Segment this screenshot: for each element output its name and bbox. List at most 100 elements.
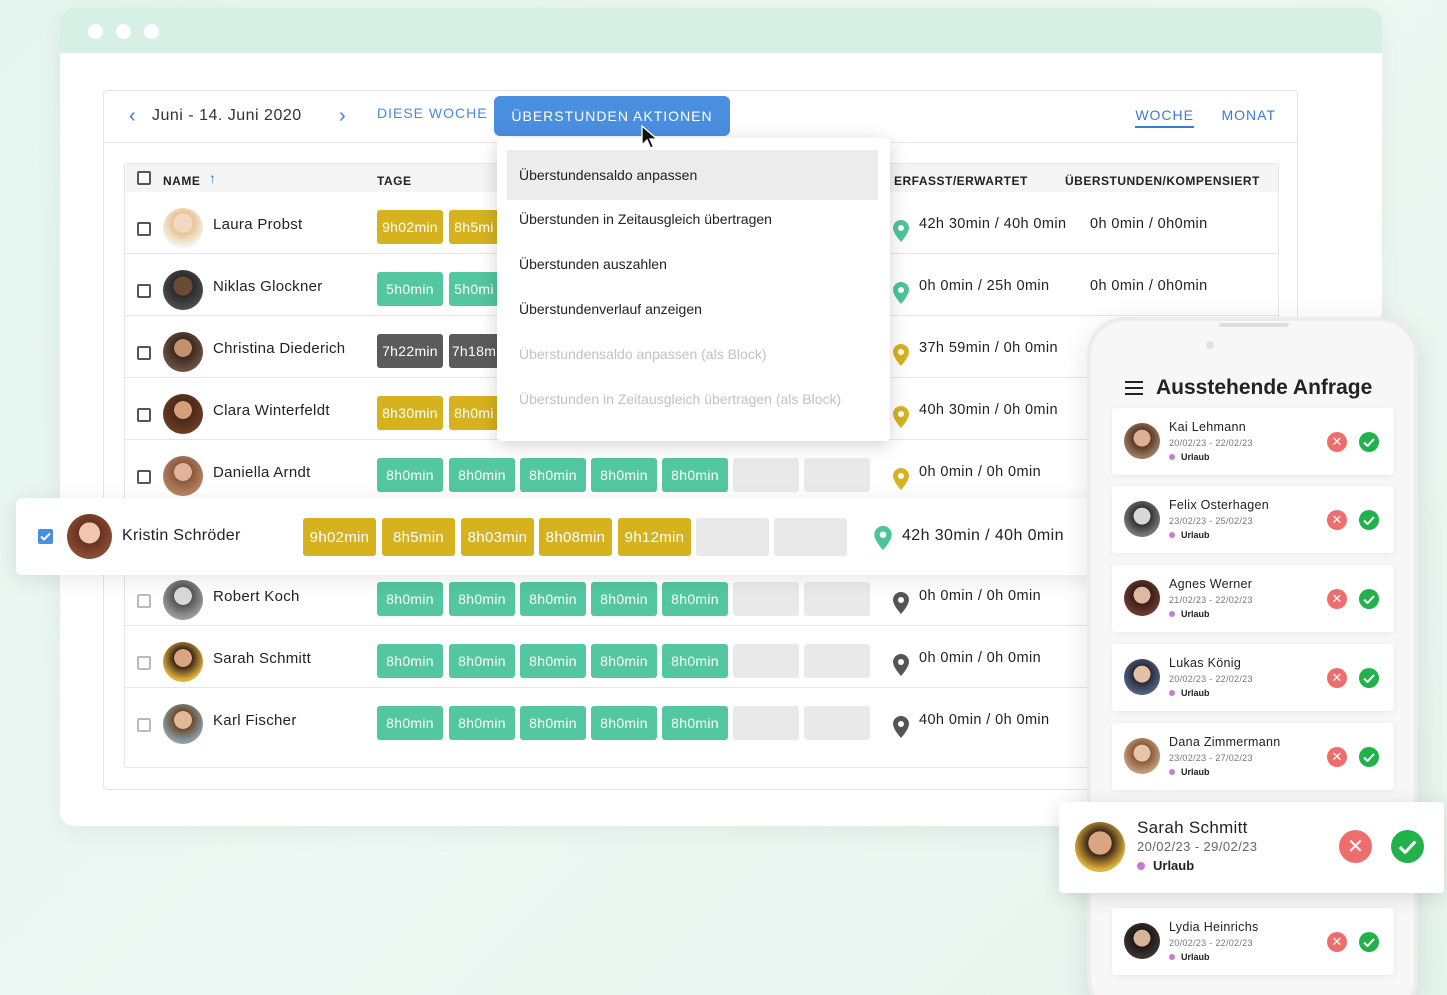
approve-button[interactable] [1359,589,1379,609]
request-name: Kai Lehmann [1169,420,1246,434]
day-chip: 8h0min [449,458,515,492]
employee-name: Laura Probst [213,216,303,233]
request-name: Lukas König [1169,656,1242,670]
recorded-hours: 37h 59min / 0h 0min [919,340,1058,356]
recorded-hours: 0h 0min / 0h 0min [919,650,1042,666]
menu-item-history[interactable]: Überstundenverlauf anzeigen [507,284,878,334]
day-chip: 9h12min [618,518,691,556]
day-chip: 8h0min [662,706,728,740]
day-chip: 8h0min [520,582,586,616]
window-dot [88,24,103,39]
check-icon [1363,752,1375,762]
row-checkbox[interactable] [137,408,151,422]
request-card[interactable]: Kai Lehmann 20/02/23 - 22/02/23 Urlaub ✕ [1112,408,1394,475]
day-chip: 8h0min [377,706,443,740]
row-checkbox[interactable] [137,594,151,608]
request-card[interactable]: Agnes Werner 21/02/23 - 22/02/23 Urlaub … [1112,565,1394,632]
select-all-checkbox[interactable] [137,171,151,185]
chevron-left-icon[interactable]: ‹ [129,105,136,128]
overtime-actions-menu: Überstundensaldo anpassen Überstunden in… [497,138,890,441]
tab-week[interactable]: WOCHE [1135,107,1194,128]
day-chip-empty [804,706,870,740]
avatar [1075,822,1125,872]
window-dot [144,24,159,39]
approve-button[interactable] [1359,747,1379,767]
overtime-hours: 0h 0min / 0h0min [1090,216,1208,232]
day-chip: 7h22min [377,334,443,368]
approve-button[interactable] [1359,432,1379,452]
approve-button[interactable] [1359,510,1379,530]
recorded-hours: 0h 0min / 0h 0min [919,464,1042,480]
avatar [1124,659,1160,695]
reject-button[interactable]: ✕ [1327,747,1347,767]
avatar [163,456,203,496]
day-chip: 8h0min [662,458,728,492]
request-card[interactable]: Felix Osterhagen 23/02/23 - 25/02/23 Url… [1112,486,1394,553]
menu-item-transfer-time-off[interactable]: Überstunden in Zeitausgleich übertragen [507,194,878,244]
location-pin-icon [874,526,892,550]
request-name: Sarah Schmitt [1137,818,1248,837]
overtime-actions-button[interactable]: ÜBERSTUNDEN AKTIONEN [494,96,730,136]
request-name: Dana Zimmermann [1169,735,1281,749]
col-overtime: ÜBERSTUNDEN/KOMPENSIERT [1065,174,1260,188]
row-checkbox[interactable] [137,284,151,298]
reject-button[interactable]: ✕ [1339,830,1372,863]
request-name: Agnes Werner [1169,577,1253,591]
day-chip: 8h5min [382,518,455,556]
day-chip: 8h0min [377,582,443,616]
reject-button[interactable]: ✕ [1327,932,1347,952]
request-card[interactable]: Dana Zimmermann 23/02/23 - 27/02/23 Urla… [1112,723,1394,790]
request-card[interactable]: Lukas König 20/02/23 - 22/02/23 Urlaub ✕ [1112,644,1394,711]
window-dot [116,24,131,39]
phone-speaker [1219,323,1289,327]
day-chip-empty [733,458,799,492]
status-dot [1137,862,1145,870]
menu-item-payout[interactable]: Überstunden auszahlen [507,239,878,289]
menu-item-adjust-balance[interactable]: Überstundensaldo anpassen [507,150,878,200]
request-type: Urlaub [1169,767,1210,777]
status-dot [1169,954,1175,960]
day-chip-empty [733,582,799,616]
tab-month[interactable]: MONAT [1221,107,1276,123]
col-days: TAGE [377,174,412,188]
status-dot [1169,769,1175,775]
day-chip: 8h0mi [449,396,499,430]
highlighted-request-card[interactable]: Sarah Schmitt 20/02/23 - 29/02/23 Urlaub… [1059,802,1444,893]
reject-button[interactable]: ✕ [1327,589,1347,609]
highlighted-row[interactable]: Kristin Schröder 9h02min 8h5min 8h03min … [16,498,1096,575]
col-name[interactable]: NAME [163,174,200,188]
day-chip: 8h0min [662,582,728,616]
row-checkbox[interactable] [137,470,151,484]
row-checkbox[interactable] [137,656,151,670]
request-dates: 23/02/23 - 27/02/23 [1169,753,1253,763]
chevron-right-icon[interactable]: › [339,105,346,128]
row-checkbox[interactable] [137,222,151,236]
reject-button[interactable]: ✕ [1327,668,1347,688]
request-type-label: Urlaub [1181,767,1210,777]
reject-button[interactable]: ✕ [1327,432,1347,452]
recorded-hours: 0h 0min / 25h 0min [919,278,1050,294]
day-chip: 8h0min [520,706,586,740]
day-chip: 8h0min [377,458,443,492]
approve-button[interactable] [1391,830,1424,863]
menu-item-adjust-balance-block: Überstundensaldo anpassen (als Block) [519,346,767,362]
day-chip-empty [774,518,847,556]
request-type: Urlaub [1169,452,1210,462]
avatar [1124,923,1160,959]
location-pin-icon [893,654,909,676]
approve-button[interactable] [1359,668,1379,688]
day-chip-empty [733,706,799,740]
reject-button[interactable]: ✕ [1327,510,1347,530]
menu-icon[interactable] [1125,381,1143,399]
row-checkbox[interactable] [137,346,151,360]
request-card[interactable]: Lydia Heinrichs 20/02/23 - 22/02/23 Urla… [1112,908,1394,975]
day-chip: 9h02min [377,210,443,244]
request-type-label: Urlaub [1181,452,1210,462]
request-type-label: Urlaub [1153,858,1195,873]
avatar [1124,501,1160,537]
sort-asc-icon[interactable]: ↑ [209,170,217,186]
this-week-link[interactable]: DIESE WOCHE [377,105,488,121]
checked-checkbox[interactable] [38,529,53,544]
row-checkbox[interactable] [137,718,151,732]
approve-button[interactable] [1359,932,1379,952]
